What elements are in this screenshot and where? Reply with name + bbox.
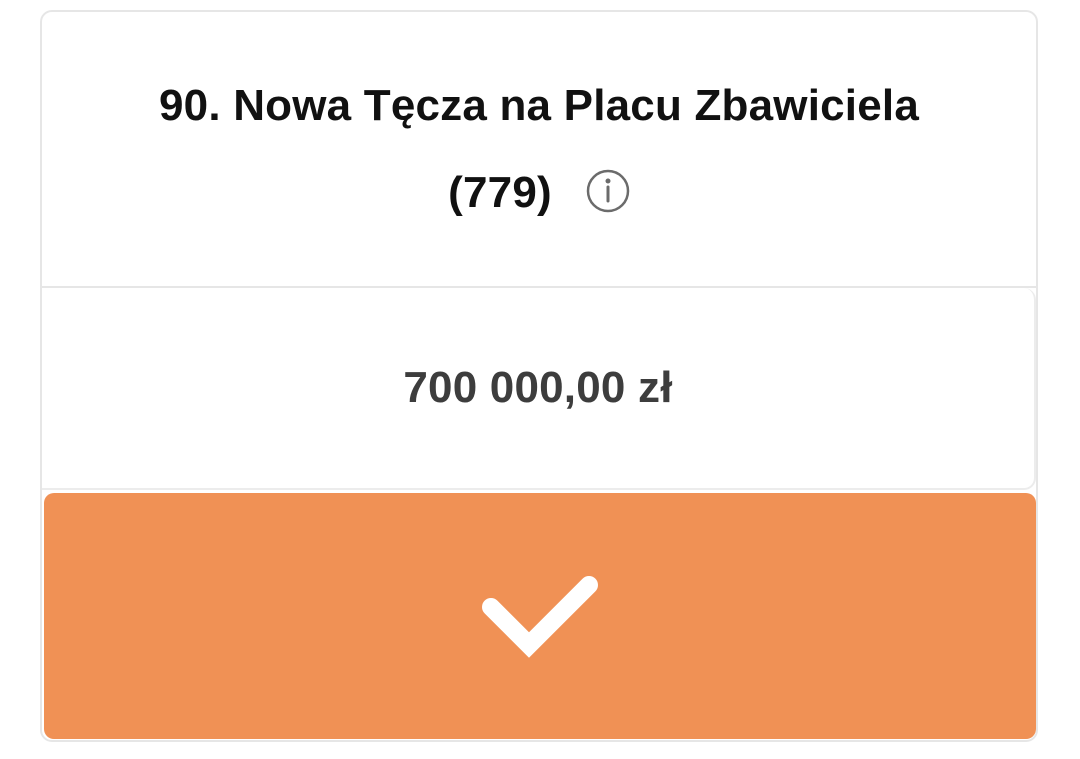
confirm-select-button[interactable]	[44, 493, 1036, 739]
project-title-text: 90. Nowa Tęcza na Placu Zbawiciela (779)	[159, 81, 919, 217]
amount-row: 700 000,00 zł	[42, 288, 1036, 490]
info-icon[interactable]	[586, 155, 630, 213]
project-amount: 700 000,00 zł	[403, 363, 673, 412]
project-title: 90. Nowa Tęcza na Placu Zbawiciela (779)	[109, 62, 969, 236]
project-header: 90. Nowa Tęcza na Placu Zbawiciela (779)	[42, 12, 1036, 288]
project-card: 90. Nowa Tęcza na Placu Zbawiciela (779)…	[40, 10, 1038, 742]
checkmark-icon	[482, 576, 598, 658]
